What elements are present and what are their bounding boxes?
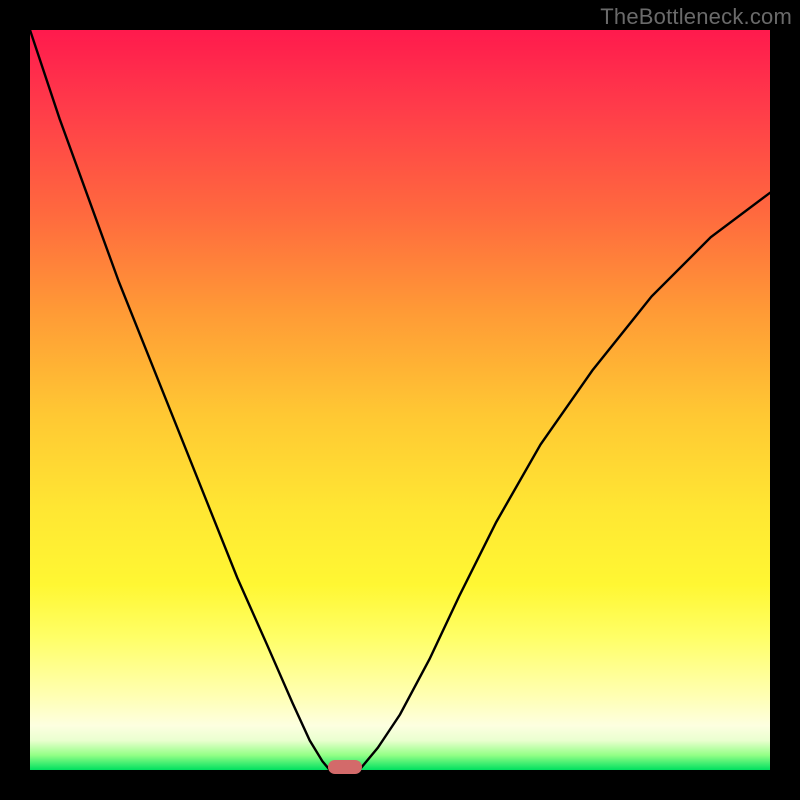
watermark-text: TheBottleneck.com xyxy=(600,4,792,30)
curve-path xyxy=(30,30,770,770)
bottleneck-curve xyxy=(30,30,770,770)
optimum-marker xyxy=(328,760,362,774)
plot-area xyxy=(30,30,770,770)
